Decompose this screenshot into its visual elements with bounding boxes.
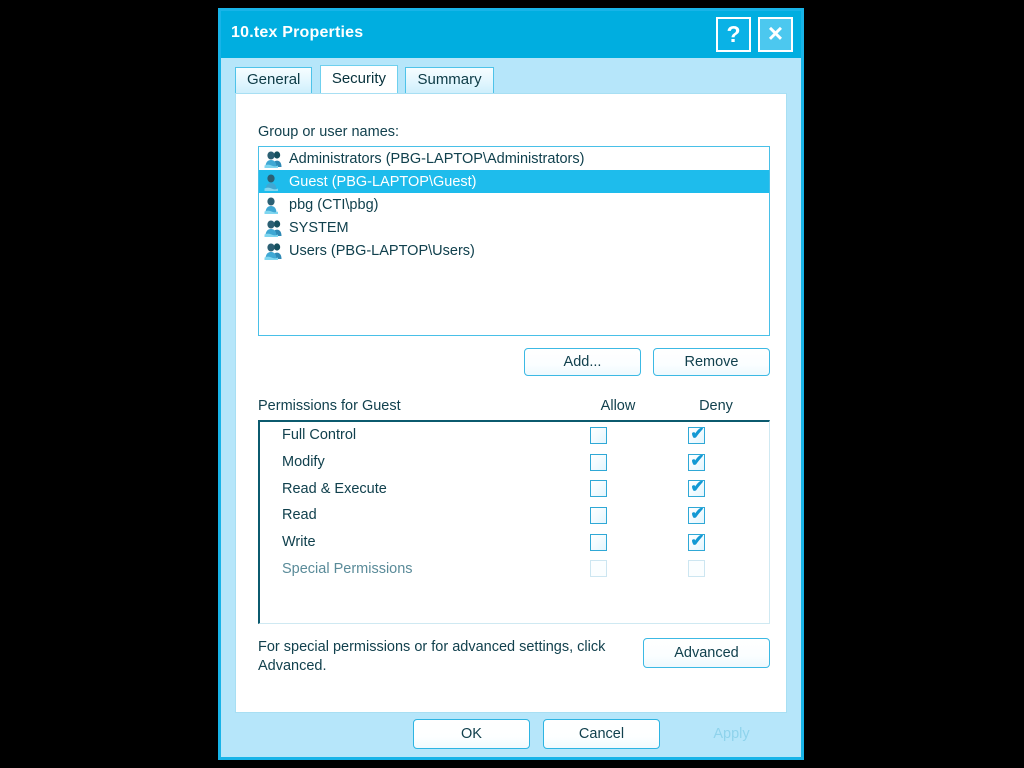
tab-security[interactable]: Security bbox=[319, 65, 399, 93]
advanced-settings-note: For special permissions or for advanced … bbox=[258, 639, 606, 674]
tab-general[interactable]: General bbox=[235, 67, 313, 93]
list-item-label: SYSTEM bbox=[289, 219, 349, 236]
table-row: Full Control ✔ bbox=[260, 422, 769, 449]
check-icon: ✔ bbox=[690, 477, 705, 497]
group-icon bbox=[264, 242, 284, 260]
tab-summary[interactable]: Summary bbox=[405, 67, 494, 93]
allow-checkbox bbox=[590, 560, 607, 578]
list-item-label: Users (PBG-LAPTOP\Users) bbox=[289, 242, 475, 259]
remove-button[interactable]: Remove bbox=[653, 348, 770, 376]
list-item-label: pbg (CTI\pbg) bbox=[289, 196, 379, 213]
permissions-list[interactable]: Full Control ✔ Modify ✔ Read & Execute ✔ Read ✔… bbox=[258, 420, 770, 624]
title-bar: 10.tex Properties ? × bbox=[221, 11, 801, 58]
permission-name: Read & Execute bbox=[282, 480, 387, 497]
security-tab-panel: Group or user names: Administrators (PBG… bbox=[235, 93, 787, 713]
allow-checkbox[interactable] bbox=[590, 506, 607, 524]
permission-name: Read bbox=[282, 507, 317, 524]
permission-name: Write bbox=[282, 534, 316, 551]
table-row: Read & Execute ✔ bbox=[260, 475, 769, 502]
user-icon bbox=[264, 173, 284, 191]
list-item[interactable]: Guest (PBG-LAPTOP\Guest) bbox=[259, 170, 769, 193]
allow-checkbox[interactable] bbox=[590, 480, 607, 498]
deny-checkbox[interactable]: ✔ bbox=[688, 477, 705, 498]
table-row: Special Permissions bbox=[260, 555, 769, 582]
deny-column-header: Deny bbox=[699, 398, 733, 414]
group-icon bbox=[264, 219, 284, 237]
deny-checkbox[interactable]: ✔ bbox=[688, 503, 705, 524]
list-item[interactable]: pbg (CTI\pbg) bbox=[259, 193, 769, 216]
list-item-label: Guest (PBG-LAPTOP\Guest) bbox=[289, 173, 477, 190]
list-item[interactable]: Users (PBG-LAPTOP\Users) bbox=[259, 239, 769, 262]
group-or-user-names-label: Group or user names: bbox=[258, 124, 400, 140]
table-row: Write ✔ bbox=[260, 529, 769, 556]
group-or-user-names-list[interactable]: Administrators (PBG-LAPTOP\Administrator… bbox=[258, 146, 770, 336]
permission-name: Full Control bbox=[282, 427, 357, 444]
apply-button: Apply bbox=[713, 726, 750, 742]
deny-checkbox bbox=[688, 560, 705, 578]
check-icon: ✔ bbox=[690, 503, 705, 523]
close-icon[interactable]: × bbox=[758, 17, 793, 52]
user-icon bbox=[264, 196, 284, 214]
deny-checkbox[interactable]: ✔ bbox=[688, 530, 705, 551]
cancel-button[interactable]: Cancel bbox=[543, 719, 660, 749]
list-item-label: Administrators (PBG-LAPTOP\Administrator… bbox=[289, 150, 585, 167]
allow-checkbox[interactable] bbox=[590, 533, 607, 551]
allow-checkbox[interactable] bbox=[590, 453, 607, 471]
group-icon bbox=[264, 150, 284, 168]
allow-checkbox[interactable] bbox=[590, 426, 607, 444]
check-icon: ✔ bbox=[690, 423, 705, 443]
advanced-button[interactable]: Advanced bbox=[643, 638, 770, 668]
table-row: Modify ✔ bbox=[260, 449, 769, 476]
tab-strip: General Security Summary bbox=[235, 65, 497, 93]
properties-dialog: 10.tex Properties ? × General Security S… bbox=[218, 8, 804, 760]
deny-checkbox[interactable]: ✔ bbox=[688, 423, 705, 444]
help-icon[interactable]: ? bbox=[716, 17, 751, 52]
list-item[interactable]: Administrators (PBG-LAPTOP\Administrator… bbox=[259, 147, 769, 170]
permission-name: Modify bbox=[282, 454, 325, 471]
check-icon: ✔ bbox=[690, 530, 705, 550]
add-button[interactable]: Add... bbox=[524, 348, 641, 376]
table-row: Read ✔ bbox=[260, 502, 769, 529]
permission-name: Special Permissions bbox=[282, 560, 413, 577]
window-title: 10.tex Properties bbox=[231, 24, 364, 41]
allow-column-header: Allow bbox=[600, 398, 636, 414]
check-icon: ✔ bbox=[690, 450, 705, 470]
ok-button[interactable]: OK bbox=[413, 719, 530, 749]
permissions-for-label: Permissions for Guest bbox=[258, 398, 401, 414]
deny-checkbox[interactable]: ✔ bbox=[688, 450, 705, 471]
list-item[interactable]: SYSTEM bbox=[259, 216, 769, 239]
